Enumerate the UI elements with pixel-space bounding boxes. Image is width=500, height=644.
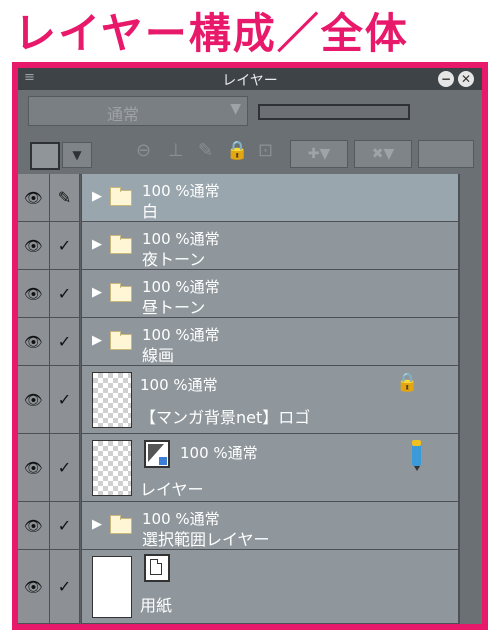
swatch-dropdown-icon[interactable]: ▼ [62,142,92,168]
layer-item[interactable]: 100 %通常 レイヤー [81,434,459,502]
folder-icon [110,514,132,534]
edit-toggle[interactable]: ✎ [50,174,80,222]
layer-name: 選択範囲レイヤー [142,530,270,549]
layer-name: 白 [142,202,159,221]
alpha-lock-icon[interactable]: ⊡ [258,140,273,161]
layer-thumbnail [92,372,132,428]
opacity-slider[interactable] [258,104,410,120]
blend-toolbar: 通常 ▼ [18,90,482,130]
scrollbar[interactable] [459,174,482,624]
layer-row[interactable]: 👁 ✎ ▶ 100 %通常 白 [18,174,482,222]
edit-toggle[interactable]: ✓ [50,222,80,270]
lock-icon[interactable]: 🔒 [226,140,248,161]
layer-row[interactable]: 👁 ✓ 100 %通常 【マンガ背景net】ロゴ 🔒 [18,366,482,434]
visibility-toggle[interactable]: 👁 [18,502,50,550]
blend-mode-select[interactable]: 通常 ▼ [28,96,248,126]
layer-row[interactable]: 👁 ✓ ▶ 100 %通常 昼トーン [18,270,482,318]
paper-thumbnail [92,556,132,618]
visibility-toggle[interactable]: 👁 [18,270,50,318]
eye-icon: 👁 [23,188,44,207]
edit-toggle[interactable]: ✓ [50,502,80,550]
ruler-icon[interactable]: ⊥ [168,140,184,161]
layer-opacity: 100 %通常 [140,376,218,394]
visibility-toggle[interactable]: 👁 [18,434,50,502]
layer-thumbnail [92,440,132,496]
layer-list: 👁 ✎ ▶ 100 %通常 白 👁 ✓ ▶ 100 %通常 夜トーン 👁 ✓ ▶… [18,174,482,624]
pen-icon: ✎ [57,187,72,207]
extra-button[interactable] [418,140,474,168]
layer-name: 線画 [142,346,175,365]
chevron-down-icon: ▼ [230,101,241,117]
pencil-icon [412,440,421,471]
blend-mode-value: 通常 [107,105,140,124]
layer-row[interactable]: 👁 ✓ 用紙 [18,550,482,624]
mask-icon[interactable]: ⊖ [136,140,151,161]
check-icon: ✓ [57,331,72,351]
pen-lock-icon[interactable]: ✎ [198,140,213,161]
layer-item[interactable]: ▶ 100 %通常 昼トーン [81,270,459,318]
vector-layer-icon [144,440,170,468]
check-icon: ✓ [57,283,72,303]
eye-icon: 👁 [23,458,44,477]
folder-icon [110,234,132,254]
edit-toggle[interactable]: ✓ [50,318,80,366]
visibility-toggle[interactable]: 👁 [18,318,50,366]
layer-color-swatch[interactable] [30,142,60,170]
expand-icon[interactable]: ▶ [92,189,102,204]
layer-item[interactable]: ▶ 100 %通常 選択範囲レイヤー [81,502,459,550]
panel-title: レイヤー [222,73,278,89]
layer-item[interactable]: 用紙 [81,550,459,624]
check-icon: ✓ [57,235,72,255]
folder-icon [110,330,132,350]
paper-layer-icon [144,554,170,582]
eye-icon: 👁 [23,236,44,255]
layer-name: 用紙 [140,596,173,615]
layer-name: 夜トーン [142,250,206,269]
folder-icon [110,282,132,302]
panel-titlebar[interactable]: ≡ レイヤー − ✕ [18,68,482,90]
minimize-icon[interactable]: − [438,71,454,87]
eye-icon: 👁 [23,577,44,596]
layer-row[interactable]: 👁 ✓ ▶ 100 %通常 夜トーン [18,222,482,270]
visibility-toggle[interactable]: 👁 [18,174,50,222]
edit-toggle[interactable]: ✓ [50,366,80,434]
layer-lock-icon: 🔒 [396,372,419,393]
edit-toggle[interactable]: ✓ [50,434,80,502]
folder-icon [110,186,132,206]
layer-item[interactable]: ▶ 100 %通常 夜トーン [81,222,459,270]
layer-item-selected[interactable]: ▶ 100 %通常 白 [81,174,459,222]
check-icon: ✓ [57,515,72,535]
close-icon[interactable]: ✕ [458,71,474,87]
eye-icon: 👁 [23,284,44,303]
layer-row[interactable]: 👁 ✓ 100 %通常 レイヤー [18,434,482,502]
eye-icon: 👁 [23,332,44,351]
visibility-toggle[interactable]: 👁 [18,550,50,624]
layer-name: 昼トーン [142,298,206,317]
edit-toggle[interactable]: ✓ [50,550,80,624]
expand-icon[interactable]: ▶ [92,237,102,252]
layer-row[interactable]: 👁 ✓ ▶ 100 %通常 線画 [18,318,482,366]
visibility-toggle[interactable]: 👁 [18,222,50,270]
expand-icon[interactable]: ▶ [92,517,102,532]
new-layer-button[interactable]: ✚▼ [290,140,348,168]
delete-layer-button[interactable]: ✖▼ [354,140,412,168]
expand-icon[interactable]: ▶ [92,285,102,300]
layer-name: 【マンガ背景net】ロゴ [140,408,311,427]
check-icon: ✓ [57,576,72,596]
visibility-toggle[interactable]: 👁 [18,366,50,434]
check-icon: ✓ [57,457,72,477]
layer-item[interactable]: 100 %通常 【マンガ背景net】ロゴ 🔒 [81,366,459,434]
check-icon: ✓ [57,389,72,409]
expand-icon[interactable]: ▶ [92,333,102,348]
edit-toggle[interactable]: ✓ [50,270,80,318]
layer-panel: ≡ レイヤー − ✕ 通常 ▼ ▼ ⊖ ⊥ ✎ 🔒 ⊡ ✚▼ ✖▼ 👁 ✎ ▶ … [12,62,488,630]
eye-icon: 👁 [23,516,44,535]
eye-icon: 👁 [23,390,44,409]
layer-opacity: 100 %通常 [180,444,258,462]
layer-toolbar: ▼ ⊖ ⊥ ✎ 🔒 ⊡ ✚▼ ✖▼ [18,130,482,175]
layer-item[interactable]: ▶ 100 %通常 線画 [81,318,459,366]
headline: レイヤー構成／全体 [14,9,409,58]
layer-row[interactable]: 👁 ✓ ▶ 100 %通常 選択範囲レイヤー [18,502,482,550]
layer-name: レイヤー [140,480,204,499]
